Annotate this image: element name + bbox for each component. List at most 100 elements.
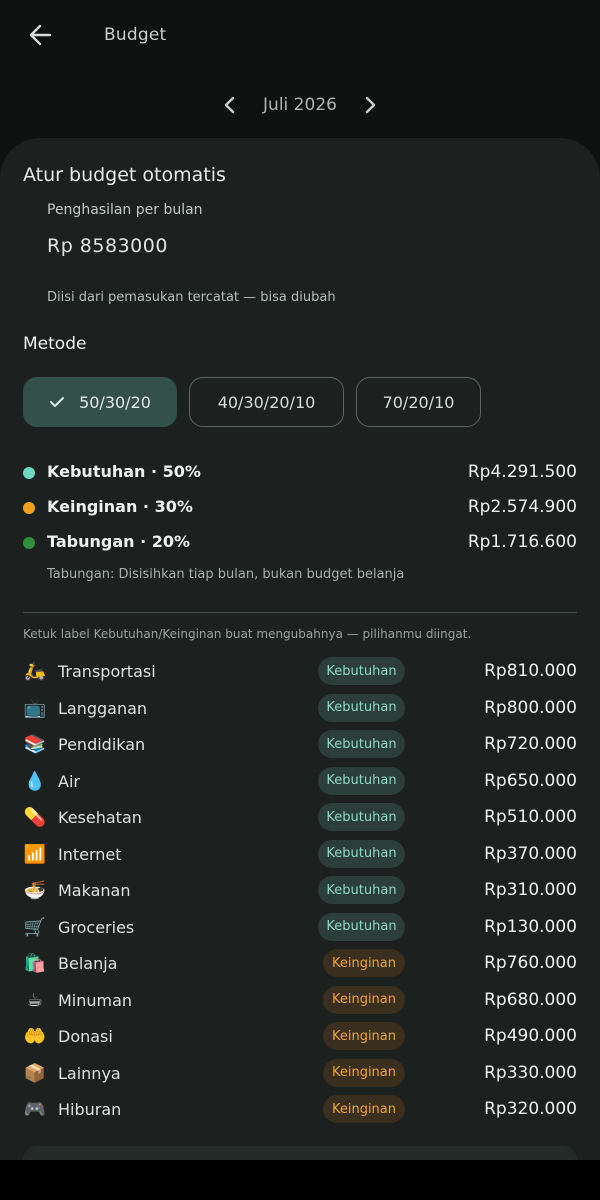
page-title: Budget xyxy=(104,25,167,45)
allocation-row-tabungan: Tabungan · 20% Rp1.716.600 xyxy=(23,531,577,555)
system-navigation-bar xyxy=(0,1160,600,1200)
category-amount: Rp370.000 xyxy=(484,843,577,864)
category-amount: Rp130.000 xyxy=(484,916,577,937)
chevron-right-icon xyxy=(365,96,376,114)
shopping-bags-icon: 🛍️ xyxy=(23,953,47,974)
category-row: 📺 Langganan Kebutuhan Rp800.000 xyxy=(23,693,577,724)
category-type-badge[interactable]: Kebutuhan xyxy=(318,912,405,941)
bottom-card xyxy=(23,1146,577,1160)
allocation-amount: Rp1.716.600 xyxy=(467,532,577,552)
category-type-badge[interactable]: Keinginan xyxy=(323,1095,405,1123)
category-row: 🍜 Makanan Kebutuhan Rp310.000 xyxy=(23,876,577,906)
signal-icon: 📶 xyxy=(23,843,47,865)
tabungan-note: Tabungan: Disisihkan tiap bulan, bukan b… xyxy=(47,567,405,582)
category-amount: Rp490.000 xyxy=(484,1026,577,1046)
category-type-badge[interactable]: Kebutuhan xyxy=(318,657,405,685)
category-name: Makanan xyxy=(58,881,131,900)
category-type-badge[interactable]: Keinginan xyxy=(323,949,405,977)
allocation-amount: Rp2.574.900 xyxy=(467,497,577,517)
method-option-70-20-10[interactable]: 70/20/10 xyxy=(356,377,481,427)
category-amount: Rp760.000 xyxy=(484,953,577,973)
category-type-badge[interactable]: Keinginan xyxy=(323,1022,405,1050)
month-navigator: Juli 2026 xyxy=(0,90,600,120)
income-label: Penghasilan per bulan xyxy=(47,202,203,218)
category-name: Pendidikan xyxy=(58,735,146,754)
app-header: Budget xyxy=(0,0,600,72)
category-name: Langganan xyxy=(58,698,148,718)
cart-icon: 🛒 xyxy=(23,916,47,938)
method-title: Metode xyxy=(23,334,87,354)
allocation-label: Keinginan · 30% xyxy=(47,497,193,516)
arrow-left-icon xyxy=(29,24,52,46)
category-name: Groceries xyxy=(58,917,135,937)
droplet-icon: 💧 xyxy=(23,770,47,792)
category-amount: Rp330.000 xyxy=(484,1062,577,1083)
category-row: 🛍️ Belanja Keinginan Rp760.000 xyxy=(23,949,577,979)
category-amount: Rp320.000 xyxy=(484,1099,577,1119)
category-type-badge[interactable]: Kebutuhan xyxy=(318,693,405,722)
books-icon: 📚 xyxy=(23,734,47,755)
category-name: Minuman xyxy=(58,990,133,1010)
noodle-bowl-icon: 🍜 xyxy=(23,880,47,901)
divider xyxy=(23,612,577,613)
tv-icon: 📺 xyxy=(23,697,47,719)
method-option-50-30-20[interactable]: 50/30/20 xyxy=(23,377,177,427)
category-type-badge[interactable]: Kebutuhan xyxy=(318,766,405,795)
allocation-dot xyxy=(23,467,35,479)
category-name: Kesehatan xyxy=(58,808,142,827)
auto-budget-title: Atur budget otomatis xyxy=(23,164,226,186)
method-option-label: 40/30/20/10 xyxy=(217,392,316,412)
tip-text: Ketuk label Kebutuhan/Keinginan buat men… xyxy=(23,627,472,641)
category-type-badge[interactable]: Keinginan xyxy=(323,985,405,1014)
category-type-badge[interactable]: Keinginan xyxy=(323,1058,405,1087)
category-row: 🛵 Transportasi Kebutuhan Rp810.000 xyxy=(23,657,577,687)
method-option-40-30-20-10[interactable]: 40/30/20/10 xyxy=(189,377,344,427)
allocation-row-kebutuhan: Kebutuhan · 50% Rp4.291.500 xyxy=(23,461,577,485)
category-row: 🎮 Hiburan Keinginan Rp320.000 xyxy=(23,1095,577,1125)
category-amount: Rp720.000 xyxy=(484,734,577,754)
category-type-badge[interactable]: Kebutuhan xyxy=(318,730,405,758)
category-row: ☕ Minuman Keinginan Rp680.000 xyxy=(23,985,577,1016)
allocation-label: Tabungan · 20% xyxy=(47,532,191,551)
category-amount: Rp800.000 xyxy=(484,697,577,718)
category-row: 📦 Lainnya Keinginan Rp330.000 xyxy=(23,1058,577,1089)
method-option-label: 50/30/20 xyxy=(79,392,151,412)
allocation-label: Kebutuhan · 50% xyxy=(47,462,201,481)
package-icon: 📦 xyxy=(23,1062,47,1084)
gamepad-icon: 🎮 xyxy=(23,1099,47,1120)
allocation-dot xyxy=(23,537,35,549)
category-name: Donasi xyxy=(58,1027,113,1046)
pill-icon: 💊 xyxy=(23,807,47,828)
category-amount: Rp510.000 xyxy=(484,807,577,827)
allocation-row-keinginan: Keinginan · 30% Rp2.574.900 xyxy=(23,496,577,520)
category-type-badge[interactable]: Kebutuhan xyxy=(318,839,405,868)
income-hint: Diisi dari pemasukan tercatat — bisa diu… xyxy=(47,290,336,305)
next-month-button[interactable] xyxy=(359,94,381,116)
coffee-icon: ☕ xyxy=(26,989,44,1011)
category-type-badge[interactable]: Kebutuhan xyxy=(318,803,405,831)
category-row: 💧 Air Kebutuhan Rp650.000 xyxy=(23,766,577,797)
category-amount: Rp650.000 xyxy=(484,770,577,791)
allocation-dot xyxy=(23,502,35,514)
category-name: Air xyxy=(58,771,80,791)
category-row: 📶 Internet Kebutuhan Rp370.000 xyxy=(23,839,577,870)
category-amount: Rp310.000 xyxy=(484,880,577,900)
scooter-icon: 🛵 xyxy=(23,661,47,682)
method-option-label: 70/20/10 xyxy=(382,392,455,412)
category-name: Transportasi xyxy=(58,662,156,681)
category-row: 📚 Pendidikan Kebutuhan Rp720.000 xyxy=(23,730,577,760)
category-row: 🤲 Donasi Keinginan Rp490.000 xyxy=(23,1022,577,1052)
check-icon xyxy=(50,397,65,407)
category-name: Lainnya xyxy=(58,1063,121,1083)
category-name: Hiburan xyxy=(58,1100,122,1119)
income-field[interactable]: Rp 8583000 xyxy=(47,235,168,257)
category-type-badge[interactable]: Kebutuhan xyxy=(318,876,405,904)
category-amount: Rp810.000 xyxy=(484,661,577,681)
month-label: Juli 2026 xyxy=(263,95,337,115)
palms-up-icon: 🤲 xyxy=(23,1026,47,1047)
allocation-amount: Rp4.291.500 xyxy=(467,462,577,482)
category-name: Internet xyxy=(58,844,122,864)
category-name: Belanja xyxy=(58,954,118,973)
category-row: 🛒 Groceries Kebutuhan Rp130.000 xyxy=(23,912,577,943)
back-button[interactable] xyxy=(26,20,56,50)
